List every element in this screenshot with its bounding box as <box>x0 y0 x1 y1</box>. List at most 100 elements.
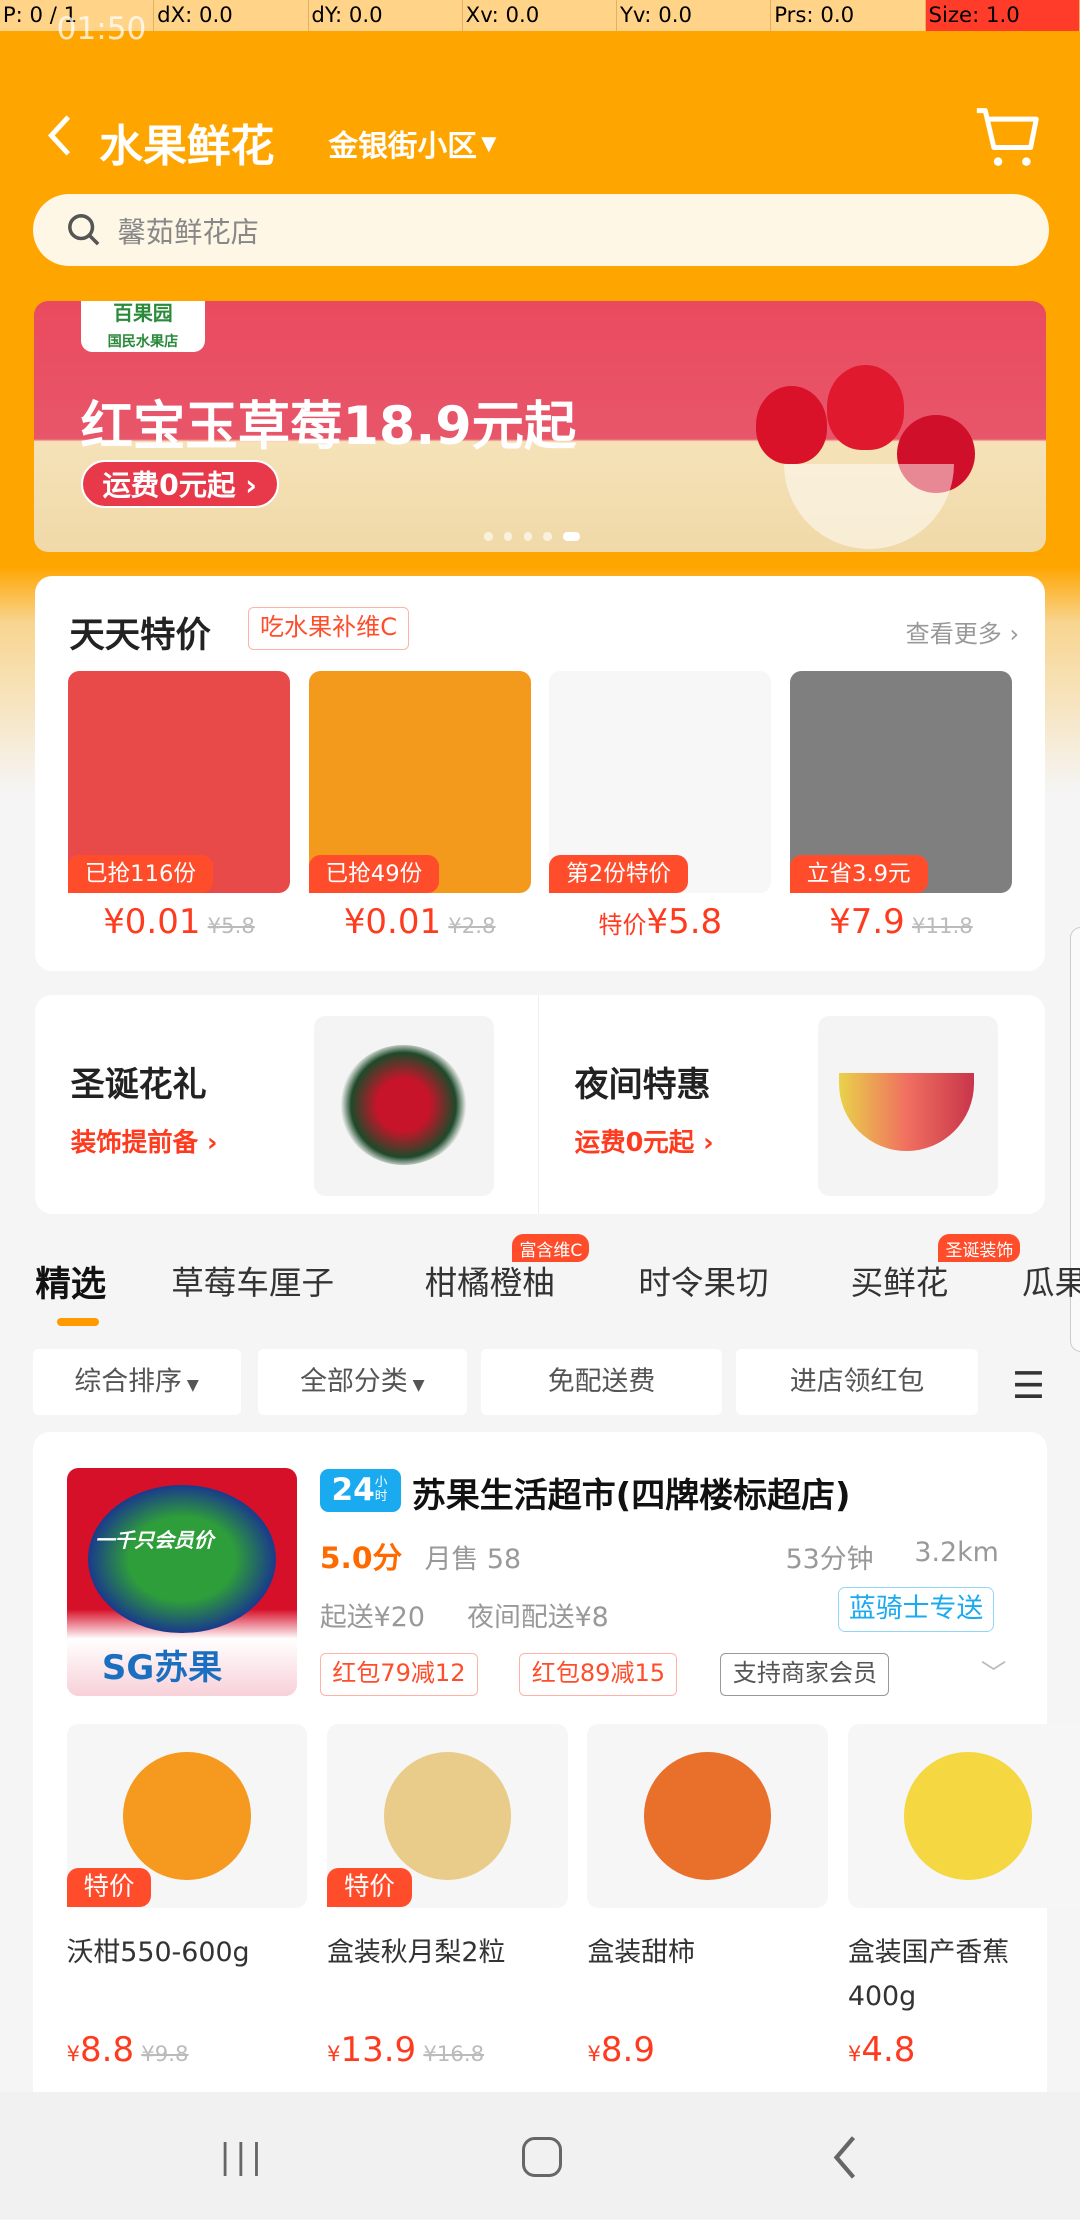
product-item[interactable]: 特价 盒装秋月梨2粒 ¥13.9 ¥16.8 <box>326 1724 568 2092</box>
daily-tag: 吃水果补维C <box>247 607 410 650</box>
product-price-row: ¥4.8 <box>847 2029 916 2070</box>
special-badge: 特价 <box>326 1868 412 1907</box>
product-price-row: ¥13.9 ¥16.8 <box>326 2029 485 2070</box>
product-image <box>587 1724 829 1909</box>
item-price-row: ¥0.01 ¥2.8 <box>309 902 531 942</box>
promo-christmas-flowers[interactable]: 圣诞花礼 装饰提前备 › <box>35 995 537 1214</box>
daily-title: 天天特价 <box>69 615 211 657</box>
product-item[interactable]: 盒装国产香蕉400g ¥4.8 <box>847 1724 1080 2092</box>
debug-dx: dX: 0.0 <box>154 0 309 32</box>
member-tag: 支持商家会员 <box>720 1653 890 1696</box>
recent-apps-icon[interactable]: ||| <box>219 2137 266 2177</box>
product-image <box>847 1724 1080 1909</box>
store-name: 苏果生活超市(四牌楼标超店) <box>411 1475 851 1516</box>
dropdown-arrow-icon: ▼ <box>481 131 497 155</box>
search-placeholder: 馨茹鲜花店 <box>117 215 259 249</box>
promo-night-deal[interactable]: 夜间特惠 运费0元起 › <box>539 995 1044 1214</box>
cart-button[interactable] <box>974 105 1042 176</box>
item-badge: 第2份特价 <box>549 854 689 894</box>
tab-0[interactable]: 精选 <box>35 1256 106 1307</box>
product-price: 8.8 <box>80 2029 135 2070</box>
item-price-row: ¥0.01 ¥5.8 <box>68 902 290 942</box>
banner-cta[interactable]: 运费0元起 › <box>80 460 279 509</box>
carousel-dots <box>484 532 581 541</box>
debug-prs: Prs: 0.0 <box>771 0 926 32</box>
tab-badge: 圣诞装饰 <box>938 1234 1021 1263</box>
promo-title: 圣诞花礼 <box>70 1065 207 1106</box>
store-logo: 一千只会员价 SG苏果 <box>66 1467 298 1696</box>
tab-2[interactable]: 柑橘橙柚 <box>425 1257 555 1304</box>
special-badge: 特价 <box>66 1868 152 1907</box>
daily-item[interactable]: 已抢116份 ¥0.01 ¥5.8 <box>67 670 291 947</box>
product-price: 8.9 <box>600 2029 655 2070</box>
banner-headline: 红宝玉草莓18.9元起 <box>80 395 577 457</box>
product-name: 盒装甜柿 <box>587 1936 695 1968</box>
promo-sub: 运费0元起 › <box>574 1128 714 1159</box>
daily-item[interactable]: 立省3.9元 ¥7.9 ¥11.8 <box>789 670 1013 947</box>
24h-badge: 24 小时 <box>319 1469 401 1512</box>
item-badge: 已抢116份 <box>67 854 213 894</box>
item-price-row: 特价¥5.8 <box>598 901 723 942</box>
item-price: ¥7.9 <box>829 901 905 942</box>
home-icon[interactable] <box>522 2137 562 2177</box>
daily-item[interactable]: 第2份特价 特价¥5.8 <box>549 670 772 947</box>
night-fee: 夜间配送¥8 <box>467 1602 609 1634</box>
item-old-price: ¥2.8 <box>448 913 496 939</box>
debug-dy: dY: 0.0 <box>309 0 463 32</box>
item-price: ¥0.01 <box>343 901 442 942</box>
delivery-time: 53分钟 <box>785 1544 874 1576</box>
store-distance: 3.2km <box>914 1537 999 1569</box>
active-tab-indicator <box>56 1317 100 1327</box>
promo-card: 圣诞花礼 装饰提前备 › 夜间特惠 运费0元起 › <box>35 995 1045 1215</box>
debug-xv: Xv: 0.0 <box>463 0 618 32</box>
product-old-price: ¥16.8 <box>423 2041 485 2067</box>
debug-size: Size: 1.0 <box>925 0 1080 32</box>
back-button[interactable] <box>40 110 80 161</box>
product-price: 4.8 <box>861 2029 916 2070</box>
delivery-badge: 蓝骑士专送 <box>837 1586 995 1632</box>
item-price-row: ¥7.9 ¥11.8 <box>790 902 1012 942</box>
item-price: ¥0.01 <box>103 901 201 942</box>
location-label: 金银街小区 <box>328 128 477 164</box>
see-more-link[interactable]: 查看更多 › <box>906 614 1019 649</box>
product-name: 盒装秋月梨2粒 <box>326 1936 506 1968</box>
promo-title: 夜间特惠 <box>574 1065 711 1106</box>
location-selector[interactable]: 金银街小区 ▼ <box>328 122 496 165</box>
product-old-price: ¥9.8 <box>141 2041 189 2067</box>
product-name: 沃柑550-600g <box>66 1936 250 1968</box>
product-item[interactable]: 特价 沃柑550-600g ¥8.8 ¥9.8 <box>66 1724 308 2092</box>
min-order: 起送¥20 <box>319 1602 425 1634</box>
tab-4[interactable]: 买鲜花 <box>851 1257 949 1304</box>
filter-category[interactable]: 全部分类 ▼ <box>257 1348 468 1416</box>
item-old-price: ¥5.8 <box>207 913 255 939</box>
search-icon <box>67 214 99 246</box>
product-price: 13.9 <box>340 2029 417 2070</box>
promo-banner[interactable]: 百果园 国民水果店 红宝玉草莓18.9元起 运费0元起 › <box>33 301 1046 553</box>
expand-chevron-icon[interactable]: ﹀ <box>981 1653 1006 1690</box>
filter-menu-icon[interactable]: ☰ <box>1012 1364 1045 1407</box>
daily-item[interactable]: 已抢49份 ¥0.01 ¥2.8 <box>308 670 531 947</box>
back-nav-icon[interactable] <box>828 2132 862 2189</box>
product-item[interactable]: 盒装甜柿 ¥8.9 <box>587 1724 829 2092</box>
search-input[interactable]: 馨茹鲜花店 <box>32 193 1049 267</box>
item-old-price: ¥11.8 <box>911 913 973 939</box>
strawberry-image <box>699 337 1025 550</box>
store-monthly-sales: 月售 58 <box>424 1544 522 1576</box>
product-price-row: ¥8.8 ¥9.8 <box>66 2029 189 2070</box>
fruit-plate-image <box>818 1016 998 1197</box>
filter-coupon[interactable]: 进店领红包 <box>736 1348 979 1416</box>
tab-5[interactable]: 瓜果 <box>1022 1257 1080 1304</box>
status-time: 01:50 <box>56 11 147 48</box>
tab-3[interactable]: 时令果切 <box>638 1257 768 1304</box>
item-price: ¥5.8 <box>646 901 723 942</box>
cart-icon <box>976 107 1039 166</box>
coupon-tag: 红包79减12 <box>319 1653 478 1696</box>
filter-sort[interactable]: 综合排序 ▼ <box>32 1348 241 1416</box>
item-badge: 立省3.9元 <box>789 854 928 894</box>
tab-badge: 富含维C <box>512 1234 590 1263</box>
filter-free-delivery[interactable]: 免配送费 <box>481 1348 722 1416</box>
product-name: 盒装国产香蕉400g <box>847 1936 1010 2012</box>
banner-logo: 百果园 国民水果店 <box>80 301 206 353</box>
tab-1[interactable]: 草莓车厘子 <box>171 1257 334 1304</box>
page-title: 水果鲜花 <box>99 121 275 173</box>
